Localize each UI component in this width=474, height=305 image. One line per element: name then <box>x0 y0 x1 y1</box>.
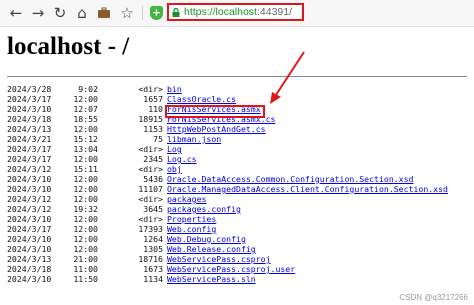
watermark: CSDN @q3217266 <box>399 293 468 302</box>
annotation-arrow <box>270 51 305 104</box>
